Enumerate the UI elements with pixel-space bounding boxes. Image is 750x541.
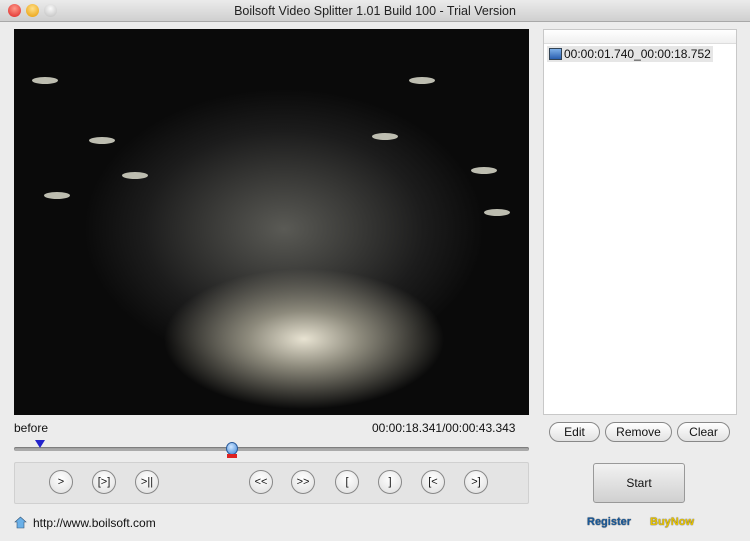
forward-button[interactable]: >> — [291, 470, 315, 494]
rewind-button[interactable]: << — [249, 470, 273, 494]
clear-button[interactable]: Clear — [677, 422, 730, 442]
go-to-start-button[interactable]: [< — [421, 470, 445, 494]
video-clip-icon — [549, 48, 562, 60]
end-marker[interactable] — [226, 454, 237, 458]
time-display: 00:00:18.341/00:00:43.343 — [372, 421, 516, 435]
buynow-link[interactable]: BuyNow — [650, 516, 694, 528]
register-link[interactable]: Register — [587, 516, 631, 528]
pause-button[interactable]: >|| — [135, 470, 159, 494]
segment-item[interactable]: 00:00:01.740_00:00:18.752 — [547, 46, 713, 62]
go-to-end-button[interactable]: >] — [464, 470, 488, 494]
website-link[interactable]: http://www.boilsoft.com — [33, 516, 156, 530]
start-button[interactable]: Start — [593, 463, 685, 503]
set-end-button[interactable]: ] — [378, 470, 402, 494]
remove-button[interactable]: Remove — [605, 422, 672, 442]
list-header — [544, 30, 736, 44]
set-start-button[interactable]: [ — [335, 470, 359, 494]
home-icon — [14, 516, 27, 529]
play-button[interactable]: > — [49, 470, 73, 494]
seek-slider[interactable] — [14, 447, 529, 451]
video-preview — [14, 29, 529, 415]
edit-button[interactable]: Edit — [549, 422, 600, 442]
segment-label: 00:00:01.740_00:00:18.752 — [564, 47, 711, 61]
mode-label: before — [14, 421, 49, 435]
title-bar: Boilsoft Video Splitter 1.01 Build 100 -… — [0, 0, 750, 22]
play-selection-button[interactable]: [>] — [92, 470, 116, 494]
segment-list[interactable]: 00:00:01.740_00:00:18.752 — [543, 29, 737, 415]
start-marker[interactable] — [34, 440, 45, 448]
window-title: Boilsoft Video Splitter 1.01 Build 100 -… — [234, 4, 516, 18]
